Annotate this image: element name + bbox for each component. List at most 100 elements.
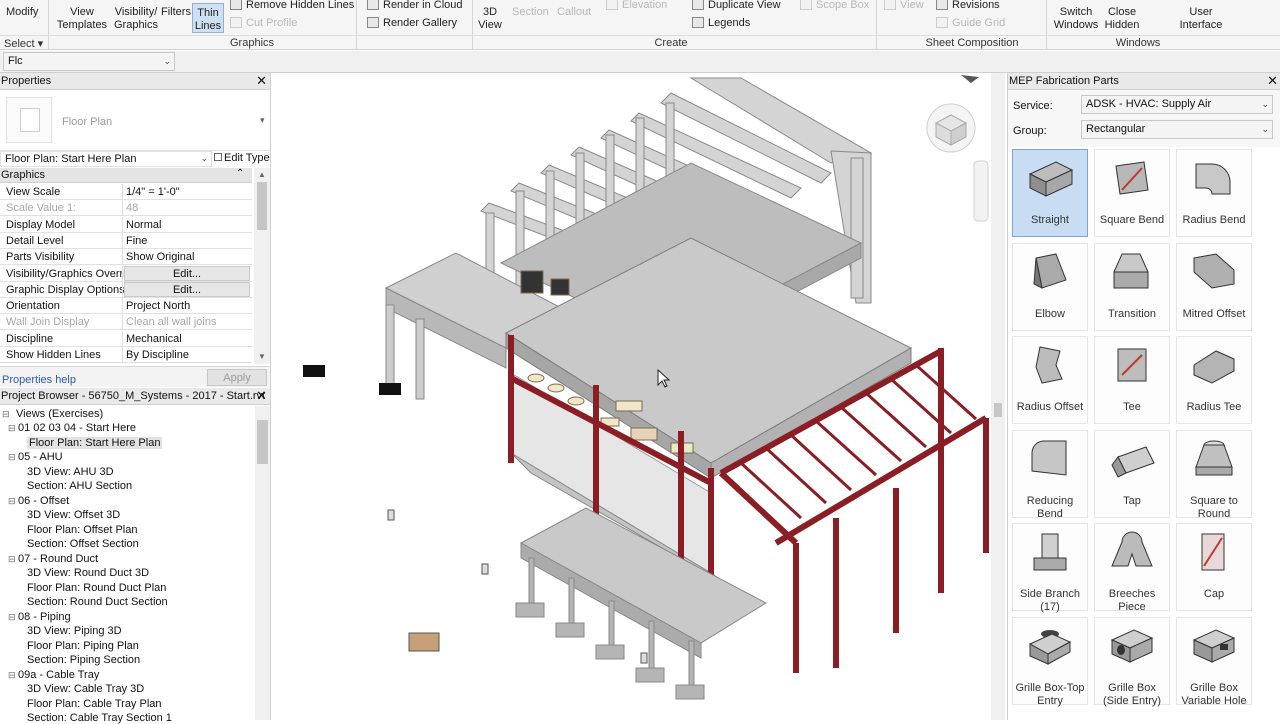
part-side-branch[interactable]: Side Branch (17)	[1012, 523, 1088, 613]
part-radius-tee[interactable]: Radius Tee	[1176, 336, 1252, 424]
instance-dropdown[interactable]: Floor Plan: Start Here Plan ⌄	[0, 151, 212, 167]
scroll-thumb[interactable]	[257, 182, 267, 230]
browser-view-item[interactable]: 3D View: Piping 3D	[27, 625, 122, 637]
part-breeches-piece[interactable]: Breeches Piece	[1094, 523, 1170, 613]
close-icon[interactable]: ✕	[256, 73, 267, 89]
properties-scrollbar[interactable]: ▲ ▼	[254, 168, 270, 364]
scroll-up-icon[interactable]: ▲	[258, 170, 266, 179]
part-grille-box-variable-hole[interactable]: Grille Box Variable Hole	[1176, 616, 1252, 707]
collapse-icon[interactable]: ⊟	[2, 409, 10, 420]
collapse-icon[interactable]: ⊟	[8, 612, 16, 623]
view-cube-icon[interactable]	[926, 103, 976, 153]
browser-group[interactable]: 07 - Round Duct	[18, 553, 98, 565]
view-button[interactable]: View	[884, 0, 924, 11]
graphics-section-header[interactable]: Graphics ⌃	[0, 168, 252, 183]
browser-view-item[interactable]: Floor Plan: Start Here Plan	[27, 436, 163, 449]
property-value[interactable]: Fine	[126, 235, 147, 247]
property-row[interactable]: Display Model Normal	[0, 216, 252, 233]
property-value[interactable]: 1/4" = 1'-0"	[126, 186, 180, 198]
browser-view-item[interactable]: Floor Plan: Cable Tray Plan	[27, 698, 162, 710]
property-value[interactable]: 48	[126, 202, 138, 214]
browser-view-item[interactable]: Section: Round Duct Section	[27, 596, 168, 608]
collapse-icon[interactable]: ⊟	[8, 452, 16, 463]
browser-view-item[interactable]: Section: Offset Section	[27, 538, 139, 550]
browser-view-item[interactable]: Section: AHU Section	[27, 480, 132, 492]
close-hidden-button[interactable]: Close Hidden	[1104, 6, 1140, 32]
part-radius-offset[interactable]: Radius Offset	[1012, 336, 1088, 424]
browser-view-item[interactable]: 3D View: Offset 3D	[27, 509, 120, 521]
section-button[interactable]: Section	[512, 6, 549, 18]
elevation-button[interactable]: Elevation	[606, 0, 667, 11]
collapse-icon[interactable]: ⊟	[8, 670, 16, 681]
browser-group[interactable]: 06 - Offset	[18, 495, 69, 507]
view-templates-button[interactable]: View Templates	[56, 6, 108, 32]
property-value[interactable]: Clean all wall joins	[126, 316, 217, 328]
3d-viewport[interactable]	[270, 73, 1005, 720]
part-radius-bend[interactable]: Radius Bend	[1176, 149, 1252, 237]
remove-hidden-lines-button[interactable]: Remove Hidden Lines	[230, 0, 354, 11]
edit-type-button[interactable]: Edit Type	[214, 152, 270, 164]
property-row[interactable]: Visibility/Graphics Overri... Edit...	[0, 265, 252, 282]
part-mitred-offset[interactable]: Mitred Offset	[1176, 242, 1252, 331]
3d-view-button[interactable]: 3D View	[478, 6, 502, 32]
type-selector[interactable]: Floor Plan ▾	[0, 91, 270, 151]
filters-button[interactable]: Filters	[160, 6, 192, 19]
service-dropdown[interactable]: ADSK - HVAC: Supply Air ⌄	[1081, 95, 1273, 114]
part-grille-box-top-entry[interactable]: Grille Box-Top Entry	[1012, 616, 1088, 707]
browser-view-item[interactable]: 3D View: Round Duct 3D	[27, 567, 149, 579]
close-icon[interactable]: ✕	[1267, 73, 1278, 89]
scope-box-button[interactable]: Scope Box	[800, 0, 869, 11]
browser-group[interactable]: 05 - AHU	[18, 451, 63, 463]
duplicate-view-button[interactable]: Duplicate View	[692, 0, 781, 11]
options-bar-combo[interactable]: Flc ⌄	[3, 52, 175, 71]
part-transition[interactable]: Transition	[1094, 242, 1170, 331]
edit-button[interactable]: Edit...	[124, 281, 250, 297]
property-value[interactable]: Mechanical	[126, 333, 182, 345]
browser-view-item[interactable]: Floor Plan: Piping Plan	[27, 640, 139, 652]
navigation-bar[interactable]	[973, 160, 989, 222]
scroll-down-icon[interactable]: ▼	[258, 352, 266, 361]
legends-button[interactable]: Legends	[692, 17, 750, 29]
part-tap[interactable]: Tap	[1094, 429, 1170, 518]
part-straight[interactable]: Straight	[1012, 149, 1088, 237]
render-in-cloud-button[interactable]: Render in Cloud	[367, 0, 463, 11]
browser-view-item[interactable]: Floor Plan: Round Duct Plan	[27, 582, 166, 594]
switch-windows-button[interactable]: Switch Windows	[1052, 6, 1100, 32]
browser-group[interactable]: 08 - Piping	[18, 611, 71, 623]
guide-grid-button[interactable]: Guide Grid	[936, 17, 1005, 29]
property-value[interactable]: Normal	[126, 219, 161, 231]
collapse-icon[interactable]: ⊟	[8, 496, 16, 507]
browser-view-item[interactable]: 3D View: AHU 3D	[27, 466, 114, 478]
property-row[interactable]: Orientation Project North	[0, 298, 252, 315]
apply-button[interactable]: Apply	[207, 369, 267, 386]
part-tee[interactable]: Tee	[1094, 336, 1170, 424]
part-square-to-round[interactable]: Square to Round	[1176, 429, 1252, 520]
user-interface-button[interactable]: User Interface	[1178, 6, 1224, 32]
properties-help-link[interactable]: Properties help	[2, 374, 76, 386]
property-row[interactable]: Wall Join Display Clean all wall joins	[0, 314, 252, 331]
close-icon[interactable]: ✕	[256, 388, 267, 404]
render-gallery-button[interactable]: Render Gallery	[367, 17, 457, 29]
views-root[interactable]: Views (Exercises)	[16, 408, 103, 420]
part-square-bend[interactable]: Square Bend	[1094, 149, 1170, 237]
revisions-button[interactable]: Revisions	[936, 0, 1000, 11]
modify-button[interactable]: Modify	[6, 6, 38, 19]
select-panel-title[interactable]: Select ▾	[4, 37, 43, 50]
property-value[interactable]: Show Original	[126, 251, 194, 263]
callout-button[interactable]: Callout	[557, 6, 591, 18]
property-row[interactable]: Graphic Display Options Edit...	[0, 281, 252, 298]
property-row[interactable]: Parts Visibility Show Original	[0, 249, 252, 266]
visibility-graphics-button[interactable]: Visibility/Graphics	[112, 6, 160, 32]
group-dropdown[interactable]: Rectangular ⌄	[1081, 120, 1273, 139]
property-row[interactable]: Scale Value 1: 48	[0, 200, 252, 217]
browser-group[interactable]: 01 02 03 04 - Start Here	[18, 422, 136, 434]
collapse-icon[interactable]: ⊟	[8, 554, 16, 565]
part-reducing-bend[interactable]: Reducing Bend	[1012, 429, 1088, 520]
part-cap[interactable]: Cap	[1176, 523, 1252, 611]
viewport-scrollbar[interactable]	[991, 73, 1005, 720]
part-grille-box-side-entry[interactable]: Grille Box (Side Entry)	[1094, 616, 1170, 707]
browser-view-item[interactable]: 3D View: Cable Tray 3D	[27, 683, 144, 695]
property-row[interactable]: Show Hidden Lines By Discipline	[0, 347, 252, 363]
property-row[interactable]: View Scale 1/4" = 1'-0"	[0, 184, 252, 200]
scroll-thumb[interactable]	[257, 420, 268, 464]
